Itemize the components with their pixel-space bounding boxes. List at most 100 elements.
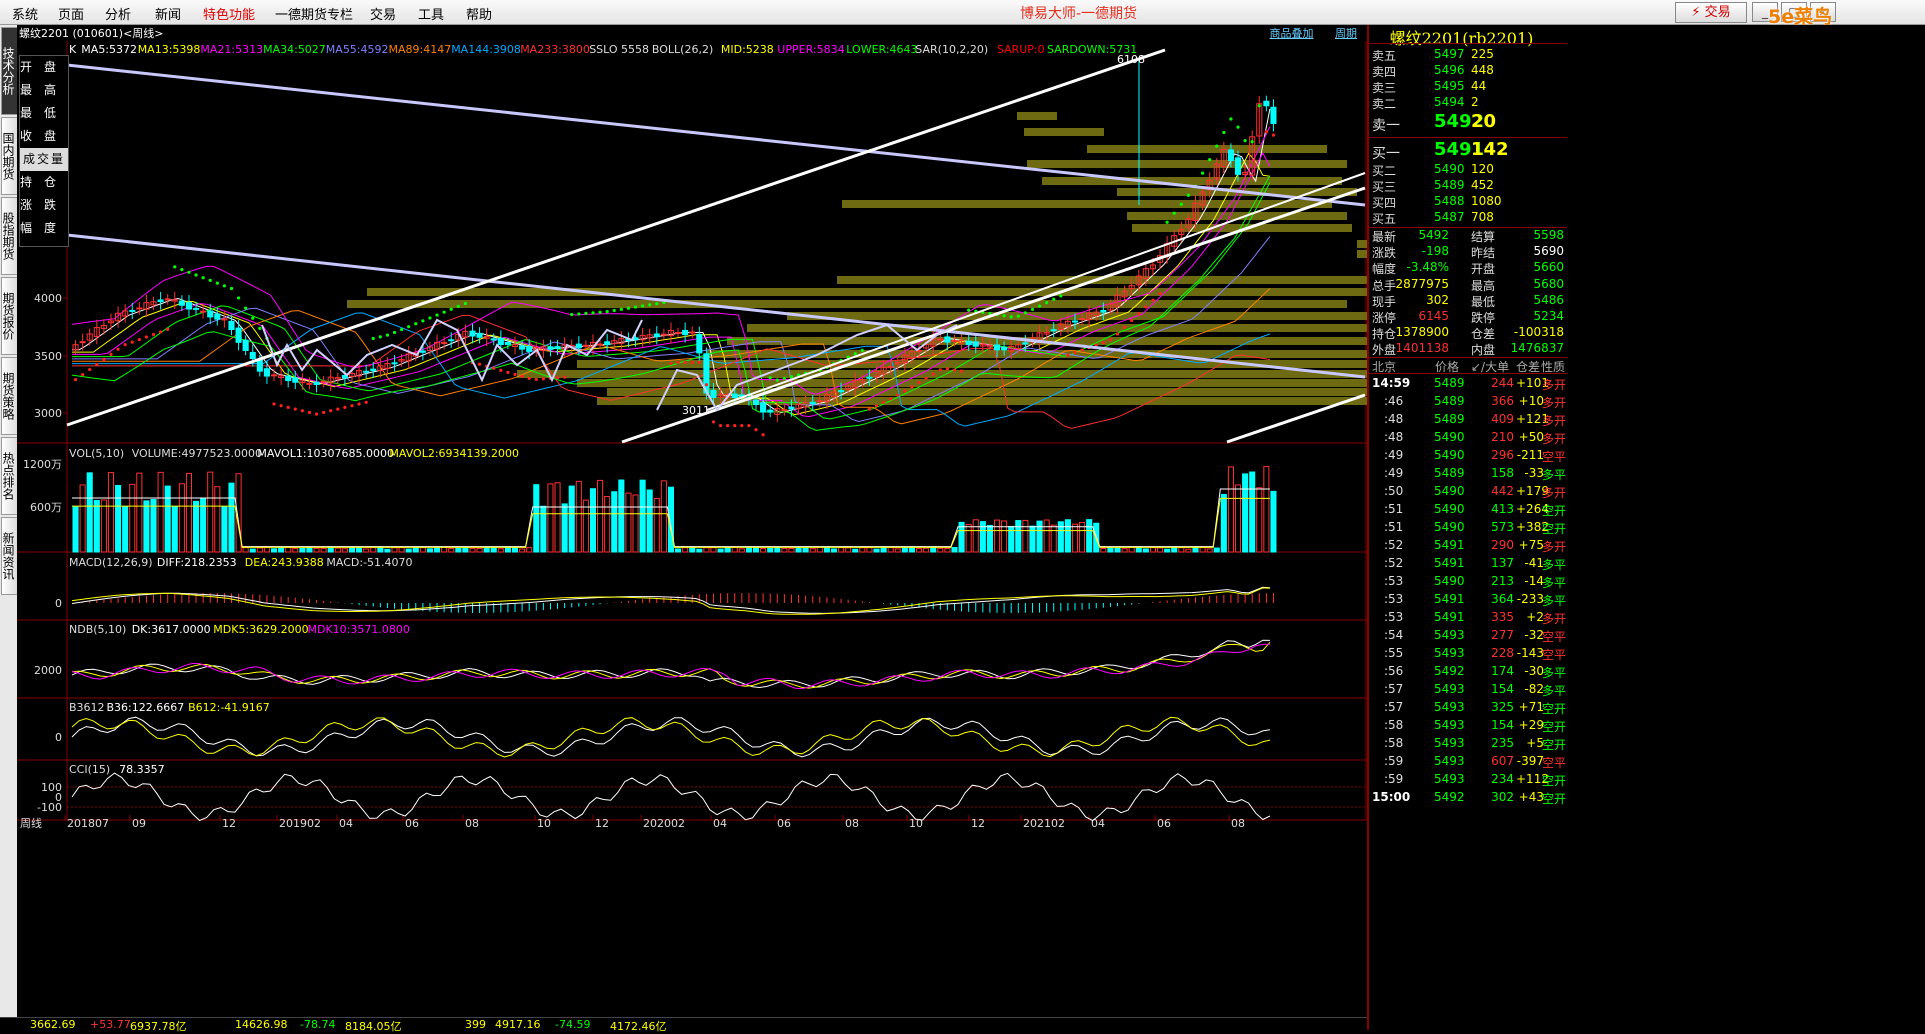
volume-bar	[1149, 547, 1156, 553]
candle-body	[944, 336, 951, 343]
tab-futures-strategy[interactable]: 期货策略	[1, 357, 18, 435]
volume-bar	[1185, 548, 1192, 553]
menu-news[interactable]: 新闻	[155, 4, 181, 23]
candle-body	[682, 329, 689, 336]
candle-body	[285, 375, 292, 382]
sar-dot	[782, 376, 786, 381]
volume-axis-label: 600万	[30, 501, 62, 514]
sar-dot	[1037, 304, 1042, 308]
volume-bar	[625, 492, 632, 553]
sar-dot	[1023, 311, 1027, 315]
tab-index-futures[interactable]: 股指期货	[1, 197, 18, 275]
volume-bar	[1220, 493, 1227, 553]
time-axis-label: 04	[1091, 817, 1105, 830]
tab-futures-quotes[interactable]: 期货报价	[1, 277, 18, 355]
time-axis-label: 202102	[1023, 817, 1065, 830]
sar-dot	[1066, 353, 1070, 357]
menu-yide-column[interactable]: 一德期货专栏	[275, 4, 353, 23]
tick-time: :58	[1384, 736, 1404, 750]
sar-dot	[385, 333, 390, 337]
stat-value: 5486	[1533, 292, 1564, 307]
menu-page[interactable]: 页面	[58, 4, 84, 23]
period-link[interactable]: 周期	[1335, 27, 1357, 40]
volume-bar	[724, 547, 731, 553]
candle-body	[419, 350, 426, 353]
tick-price: 5490	[1434, 430, 1465, 444]
tick-volume: 235	[1491, 736, 1514, 750]
bid-price: 5487	[1434, 210, 1465, 224]
price-low-annotation: 3011	[682, 404, 710, 417]
tab-domestic-futures[interactable]: 国内期货	[1, 117, 18, 195]
volume-bar	[873, 548, 880, 553]
stat-row: 现手 302 最低 5486	[1369, 293, 1567, 309]
tick-time: :48	[1384, 430, 1404, 444]
menu-trade[interactable]: 交易	[370, 4, 396, 23]
tick-price: 5493	[1434, 718, 1465, 732]
trade-button[interactable]: ⚡ 交易	[1675, 2, 1747, 23]
tick-price: 5490	[1434, 484, 1465, 498]
candle-body	[554, 346, 561, 350]
stat-value: 302	[1426, 292, 1449, 307]
time-axis-label: 12	[595, 817, 609, 830]
volume-bar	[469, 547, 476, 553]
sar-dot	[1144, 305, 1148, 309]
sar-dot	[513, 372, 517, 376]
menu-system[interactable]: 系统	[12, 4, 38, 23]
tab-news-info[interactable]: 新闻资讯	[1, 517, 18, 595]
chart-panel[interactable]: K MA5:5372 MA13:5398 MA21:5313 MA34:5027 MA55…	[17, 25, 1367, 1017]
sar-dot	[1179, 202, 1183, 206]
volume-bar	[419, 547, 426, 553]
ndb-line	[71, 643, 1270, 690]
sar-dot	[924, 376, 928, 380]
tab-hot-ranking[interactable]: 热点排名	[1, 437, 18, 515]
tick-time: 14:59	[1372, 376, 1411, 390]
stat-row: 外盘 1401138 内盘 1476837	[1369, 341, 1567, 357]
sar-dot	[718, 424, 723, 428]
price-axis-label: 3000	[34, 407, 62, 420]
tick-price: 5493	[1434, 736, 1465, 750]
volume-bar	[327, 547, 334, 553]
sh-amount: 6937.78亿	[130, 1020, 187, 1033]
ma-legend-item: SARUP:0	[997, 43, 1045, 56]
sar-dot	[279, 404, 283, 408]
volume-bar	[455, 547, 462, 553]
tick-nature: 多平	[1542, 468, 1567, 482]
menu-help[interactable]: 帮助	[466, 4, 492, 23]
tick-nature: 多开	[1542, 540, 1567, 554]
volume-bar	[731, 547, 738, 553]
tick-row: :56 5492 174 -30 多平	[1369, 664, 1567, 682]
menu-tools[interactable]: 工具	[418, 4, 444, 23]
sar-dot	[1101, 340, 1105, 345]
tick-oi-change: -211	[1516, 448, 1544, 462]
candle-body	[951, 340, 958, 343]
menu-special[interactable]: 特色功能	[203, 4, 255, 23]
candle-body	[526, 346, 533, 352]
sar-dot	[350, 404, 354, 408]
stat-label: 跌停	[1471, 311, 1496, 325]
sar-dot	[1271, 133, 1276, 137]
tick-price: 5493	[1434, 682, 1465, 696]
volume-bar	[809, 548, 816, 553]
tick-nature: 多开	[1542, 378, 1567, 392]
menu-analysis[interactable]: 分析	[105, 4, 131, 23]
bid-label: 买一	[1372, 146, 1400, 162]
time-axis-label: 04	[713, 817, 727, 830]
tick-price: 5492	[1434, 664, 1465, 678]
sar-dot	[889, 397, 893, 401]
sar-dot	[917, 380, 921, 385]
tick-price: 5489	[1434, 394, 1465, 408]
overlay-commodity-link[interactable]: 商品叠加	[1270, 27, 1314, 40]
tick-time: :53	[1384, 592, 1404, 606]
sar-dot	[527, 376, 531, 381]
volume-bar	[1100, 547, 1107, 553]
volume-bar	[434, 547, 441, 553]
tab-technical-analysis[interactable]: 技术分析	[1, 27, 18, 115]
volume-profile-bar	[1087, 145, 1327, 153]
sar-dot	[860, 348, 864, 352]
bid-volume: 142	[1471, 139, 1509, 160]
chart-canvas[interactable]: K MA5:5372 MA13:5398 MA21:5313 MA34:5027 MA55…	[17, 25, 1367, 1017]
sar-dot	[1208, 157, 1212, 162]
tick-price: 5493	[1434, 700, 1465, 714]
candle-body	[207, 310, 214, 318]
volume-bar	[675, 548, 682, 553]
